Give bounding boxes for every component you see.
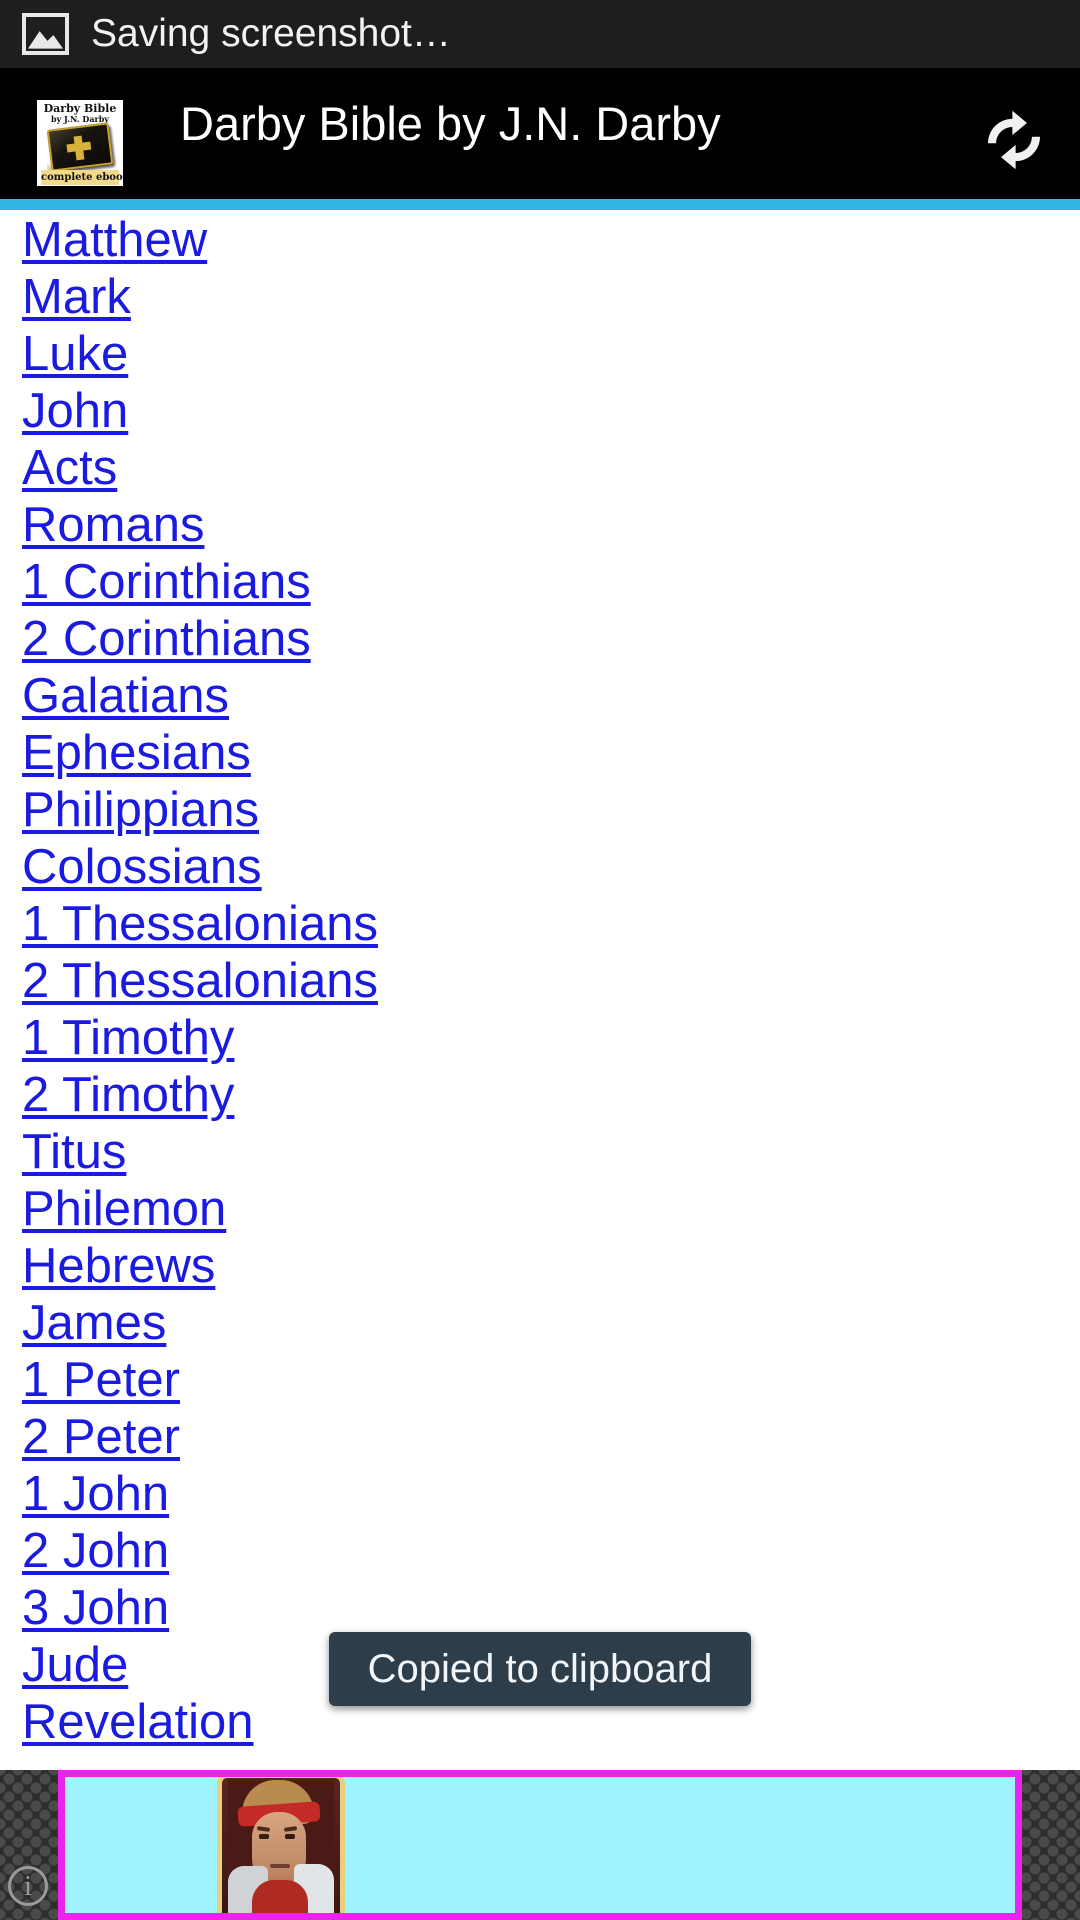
character-eye-right xyxy=(285,1834,295,1839)
book-link-luke[interactable]: Luke xyxy=(22,327,128,381)
book-link-jude[interactable]: Jude xyxy=(22,1638,128,1692)
list-item: Colossians xyxy=(22,839,1080,896)
list-item: 2 Peter xyxy=(22,1409,1080,1466)
book-link-1-thessalonians[interactable]: 1 Thessalonians xyxy=(22,897,378,951)
book-link-colossians[interactable]: Colossians xyxy=(22,840,262,894)
character-eye-left xyxy=(259,1834,269,1839)
book-link-acts[interactable]: Acts xyxy=(22,441,117,495)
book-link-romans[interactable]: Romans xyxy=(22,498,204,552)
list-item: Mark xyxy=(22,269,1080,326)
character-scarf xyxy=(252,1880,308,1913)
book-link-1-corinthians[interactable]: 1 Corinthians xyxy=(22,555,311,609)
book-link-2-john[interactable]: 2 John xyxy=(22,1524,169,1578)
list-item: Hebrews xyxy=(22,1238,1080,1295)
status-bar-text: Saving screenshot… xyxy=(91,12,451,55)
toast-notification: Copied to clipboard xyxy=(329,1632,751,1706)
refresh-button[interactable] xyxy=(968,96,1060,188)
app-header: Darby Bible by J.N. Darby complete ebook… xyxy=(0,68,1080,237)
list-item: John xyxy=(22,383,1080,440)
book-link-2-peter[interactable]: 2 Peter xyxy=(22,1410,180,1464)
image-icon xyxy=(22,13,69,55)
list-item: 1 Thessalonians xyxy=(22,896,1080,953)
list-item: 2 Thessalonians xyxy=(22,953,1080,1010)
refresh-icon xyxy=(975,101,1053,184)
book-link-philemon[interactable]: Philemon xyxy=(22,1182,226,1236)
ad-creative[interactable] xyxy=(58,1770,1022,1920)
character-mouth xyxy=(270,1864,290,1868)
book-link-mark[interactable]: Mark xyxy=(22,270,131,324)
app-icon-subtitle: by J.N. Darby xyxy=(51,114,109,124)
book-link-2-corinthians[interactable]: 2 Corinthians xyxy=(22,612,311,666)
book-link-philippians[interactable]: Philippians xyxy=(22,783,259,837)
list-item: Ephesians xyxy=(22,725,1080,782)
toast-text: Copied to clipboard xyxy=(367,1646,713,1691)
list-item: 1 Timothy xyxy=(22,1010,1080,1067)
book-link-hebrews[interactable]: Hebrews xyxy=(22,1239,215,1293)
darby-bible-app-icon[interactable]: Darby Bible by J.N. Darby complete ebook xyxy=(37,100,123,186)
book-link-2-timothy[interactable]: 2 Timothy xyxy=(22,1068,234,1122)
ad-banner[interactable]: i xyxy=(0,1770,1080,1920)
list-item: 2 Corinthians xyxy=(22,611,1080,668)
list-item: 3 John xyxy=(22,1580,1080,1637)
book-link-1-peter[interactable]: 1 Peter xyxy=(22,1353,180,1407)
book-link-matthew[interactable]: Matthew xyxy=(22,213,207,267)
status-bar: Saving screenshot… xyxy=(0,0,1080,68)
info-icon[interactable]: i xyxy=(8,1866,48,1906)
book-link-revelation[interactable]: Revelation xyxy=(22,1695,254,1749)
list-item: James xyxy=(22,1295,1080,1352)
list-item: 2 John xyxy=(22,1523,1080,1580)
list-item: Titus xyxy=(22,1124,1080,1181)
book-link-3-john[interactable]: 3 John xyxy=(22,1581,169,1635)
portrait-frame-inner xyxy=(228,1780,334,1913)
list-item: Matthew xyxy=(22,212,1080,269)
book-link-titus[interactable]: Titus xyxy=(22,1125,126,1179)
list-item: Philemon xyxy=(22,1181,1080,1238)
list-item: Acts xyxy=(22,440,1080,497)
list-item: 1 Peter xyxy=(22,1352,1080,1409)
book-link-2-thessalonians[interactable]: 2 Thessalonians xyxy=(22,954,378,1008)
header-divider xyxy=(0,199,1080,210)
book-link-galatians[interactable]: Galatians xyxy=(22,669,229,723)
book-link-ephesians[interactable]: Ephesians xyxy=(22,726,251,780)
list-item: Romans xyxy=(22,497,1080,554)
list-item: Luke xyxy=(22,326,1080,383)
book-link-james[interactable]: James xyxy=(22,1296,166,1350)
game-character-portrait xyxy=(217,1777,345,1913)
list-item: 1 John xyxy=(22,1466,1080,1523)
book-list-container[interactable]: Matthew Mark Luke John Acts Romans 1 Cor… xyxy=(0,210,1080,1770)
list-item: Philippians xyxy=(22,782,1080,839)
bible-book-list: Matthew Mark Luke John Acts Romans 1 Cor… xyxy=(0,210,1080,1751)
book-link-john[interactable]: John xyxy=(22,384,128,438)
list-item: 2 Timothy xyxy=(22,1067,1080,1124)
app-icon-badge: complete ebook xyxy=(41,170,123,185)
book-link-1-john[interactable]: 1 John xyxy=(22,1467,169,1521)
app-icon-title: Darby Bible xyxy=(43,102,117,115)
list-item: Galatians xyxy=(22,668,1080,725)
list-item: 1 Corinthians xyxy=(22,554,1080,611)
book-link-1-timothy[interactable]: 1 Timothy xyxy=(22,1011,234,1065)
page-title: Darby Bible by J.N. Darby xyxy=(180,97,721,150)
